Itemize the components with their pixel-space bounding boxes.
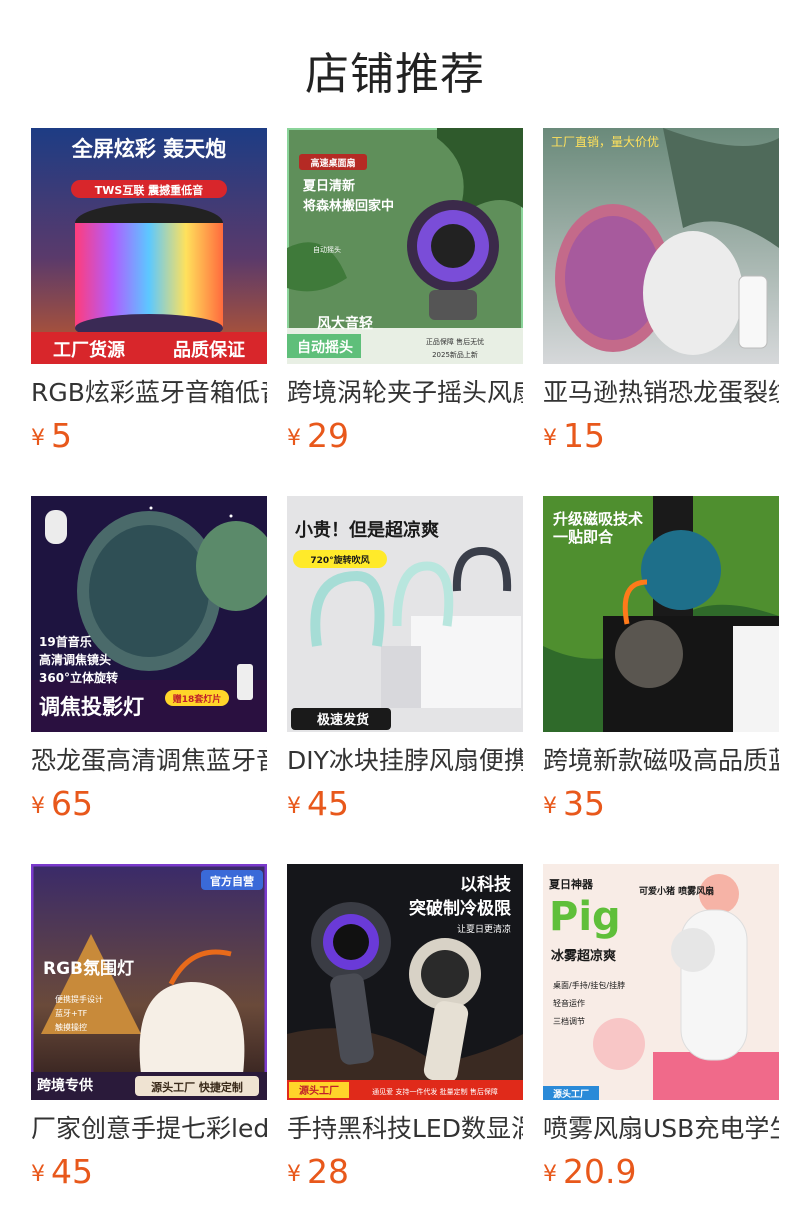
image-text: 冰雾超凉爽	[551, 948, 616, 964]
currency-symbol: ¥	[287, 794, 301, 819]
currency-symbol: ¥	[31, 794, 45, 819]
product-image[interactable]: 全屏炫彩 轰天炮 TWS互联 震撼重低音 工厂货源 品质保证	[31, 128, 267, 364]
price-value: 45	[307, 784, 349, 823]
product-price: ¥45	[287, 784, 349, 823]
product-card[interactable]: 19首音乐 高清调焦镜头 360°立体旋转 调焦投影灯 赠18套灯片 恐龙蛋高清…	[31, 496, 267, 836]
image-text: 触摸操控	[55, 1022, 87, 1032]
price-value: 5	[51, 416, 72, 455]
image-text: 以科技	[460, 874, 512, 895]
image-text: 源头工厂	[299, 1084, 339, 1097]
image-text: 桌面/手持/挂包/挂脖	[553, 980, 625, 990]
image-text: 可爱小猪 喷雾风扇	[639, 885, 714, 897]
image-text: 轻音运作	[553, 998, 585, 1008]
product-name[interactable]: DIY冰块挂脖风扇便携	[287, 745, 523, 777]
product-image[interactable]: 夏日神器 Pig 可爱小猪 喷雾风扇 冰雾超凉爽 桌面/手持/挂包/挂脖 轻音运…	[543, 864, 779, 1100]
product-card[interactable]: 工厂直销，量大价优 亚马逊热销恐龙蛋裂纹 ¥15	[543, 128, 779, 468]
price-value: 45	[51, 1152, 93, 1191]
product-card[interactable]: 以科技 突破制冷极限 让夏日更清凉 源头工厂 通见爱 支持一件代发 批量定制 售…	[287, 864, 523, 1204]
product-price: ¥15	[543, 416, 605, 455]
product-card[interactable]: 高速桌面扇 夏日清新 将森林搬回家中 自动摇头 风大音轻 自动摇头 正品保障 售…	[287, 128, 523, 468]
product-image[interactable]: 官方自营 RGB氛围灯 便携提手设计 蓝牙+TF 触摸操控 跨境专供 源头工厂 …	[31, 864, 267, 1100]
product-card[interactable]: 升级磁吸技术 一贴即合 跨境新款磁吸高品质蓝牙 ¥35	[543, 496, 779, 836]
image-text: 高速桌面扇	[310, 157, 355, 169]
image-text: 官方自营	[210, 874, 254, 888]
product-name[interactable]: 跨境新款磁吸高品质蓝牙	[543, 745, 779, 777]
product-name[interactable]: RGB炫彩蓝牙音箱低音炮	[31, 377, 267, 409]
price-value: 35	[563, 784, 605, 823]
image-text: 全屏炫彩 轰天炮	[71, 137, 226, 161]
product-name[interactable]: 手持黑科技LED数显涡轮	[287, 1113, 523, 1145]
image-text: 源头工厂 快捷定制	[151, 1080, 243, 1094]
product-price: ¥35	[543, 784, 605, 823]
image-text: 让夏日更清凉	[457, 923, 511, 935]
image-text: 风大音轻	[317, 315, 373, 332]
image-text: 工厂直销，量大价优	[551, 135, 659, 149]
product-image[interactable]: 工厂直销，量大价优	[543, 128, 779, 364]
product-name[interactable]: 跨境涡轮夹子摇头风扇	[287, 377, 523, 409]
price-value: 15	[563, 416, 605, 455]
product-image[interactable]: 以科技 突破制冷极限 让夏日更清凉 源头工厂 通见爱 支持一件代发 批量定制 售…	[287, 864, 523, 1100]
image-text: 夏日清新	[302, 178, 355, 194]
product-name[interactable]: 亚马逊热销恐龙蛋裂纹	[543, 377, 779, 409]
price-value: 20.9	[563, 1152, 637, 1191]
image-text: 小贵！但是超凉爽	[295, 519, 439, 541]
product-card[interactable]: 全屏炫彩 轰天炮 TWS互联 震撼重低音 工厂货源 品质保证 RGB炫彩蓝牙音箱…	[31, 128, 267, 468]
price-value: 28	[307, 1152, 349, 1191]
image-text: 跨境专供	[37, 1077, 93, 1094]
product-price: ¥20.9	[543, 1152, 636, 1191]
product-image[interactable]: 高速桌面扇 夏日清新 将森林搬回家中 自动摇头 风大音轻 自动摇头 正品保障 售…	[287, 128, 523, 364]
image-text: 正品保障 售后无忧	[426, 337, 484, 346]
image-text: 三档调节	[553, 1016, 585, 1026]
currency-symbol: ¥	[543, 1162, 557, 1187]
image-text: Pig	[549, 894, 621, 940]
currency-symbol: ¥	[543, 426, 557, 451]
image-text: 高清调焦镜头	[39, 652, 111, 667]
product-image[interactable]: 升级磁吸技术 一贴即合	[543, 496, 779, 732]
image-text: 一贴即合	[553, 528, 614, 546]
image-text: 升级磁吸技术	[553, 510, 643, 528]
image-text: TWS互联 震撼重低音	[95, 183, 203, 197]
image-text: 720°旋转吹风	[310, 554, 369, 566]
product-name[interactable]: 厂家创意手提七彩led	[31, 1113, 267, 1145]
image-text: 突破制冷极限	[409, 898, 511, 919]
product-price: ¥5	[31, 416, 72, 455]
currency-symbol: ¥	[31, 1162, 45, 1187]
product-name[interactable]: 恐龙蛋高清调焦蓝牙音箱	[31, 745, 267, 777]
image-text: 便携提手设计	[55, 994, 103, 1004]
image-text: RGB氛围灯	[43, 958, 134, 979]
currency-symbol: ¥	[287, 1162, 301, 1187]
product-price: ¥28	[287, 1152, 349, 1191]
price-value: 29	[307, 416, 349, 455]
currency-symbol: ¥	[31, 426, 45, 451]
product-price: ¥65	[31, 784, 93, 823]
product-price: ¥45	[31, 1152, 93, 1191]
product-card[interactable]: 小贵！但是超凉爽 720°旋转吹风 极速发货 DIY冰块挂脖风扇便携 ¥45	[287, 496, 523, 836]
price-value: 65	[51, 784, 93, 823]
product-image[interactable]: 小贵！但是超凉爽 720°旋转吹风 极速发货	[287, 496, 523, 732]
image-text: 夏日神器	[549, 877, 594, 891]
image-text: 极速发货	[317, 712, 369, 728]
image-text: 19首音乐	[39, 634, 92, 649]
currency-symbol: ¥	[287, 426, 301, 451]
image-text: 源头工厂	[553, 1088, 589, 1100]
image-text: 2025新品上新	[432, 350, 478, 359]
image-text: 将森林搬回家中	[303, 198, 394, 214]
image-text: 自动摇头	[313, 245, 341, 254]
product-name[interactable]: 喷雾风扇USB充电学生	[543, 1113, 779, 1145]
image-text: 自动摇头	[297, 339, 353, 356]
page-title: 店铺推荐	[305, 49, 485, 100]
image-text: 赠18套灯片	[173, 693, 222, 705]
product-image[interactable]: 19首音乐 高清调焦镜头 360°立体旋转 调焦投影灯 赠18套灯片	[31, 496, 267, 732]
image-text: 通见爱 支持一件代发 批量定制 售后保障	[372, 1087, 498, 1096]
image-text: 工厂货源	[53, 339, 125, 361]
image-text: 调焦投影灯	[39, 695, 144, 719]
product-price: ¥29	[287, 416, 349, 455]
image-text: 蓝牙+TF	[55, 1008, 88, 1018]
currency-symbol: ¥	[543, 794, 557, 819]
image-text: 360°立体旋转	[39, 670, 118, 685]
image-text: 品质保证	[173, 339, 245, 361]
product-card[interactable]: 官方自营 RGB氛围灯 便携提手设计 蓝牙+TF 触摸操控 跨境专供 源头工厂 …	[31, 864, 267, 1204]
product-card[interactable]: 夏日神器 Pig 可爱小猪 喷雾风扇 冰雾超凉爽 桌面/手持/挂包/挂脖 轻音运…	[543, 864, 779, 1204]
